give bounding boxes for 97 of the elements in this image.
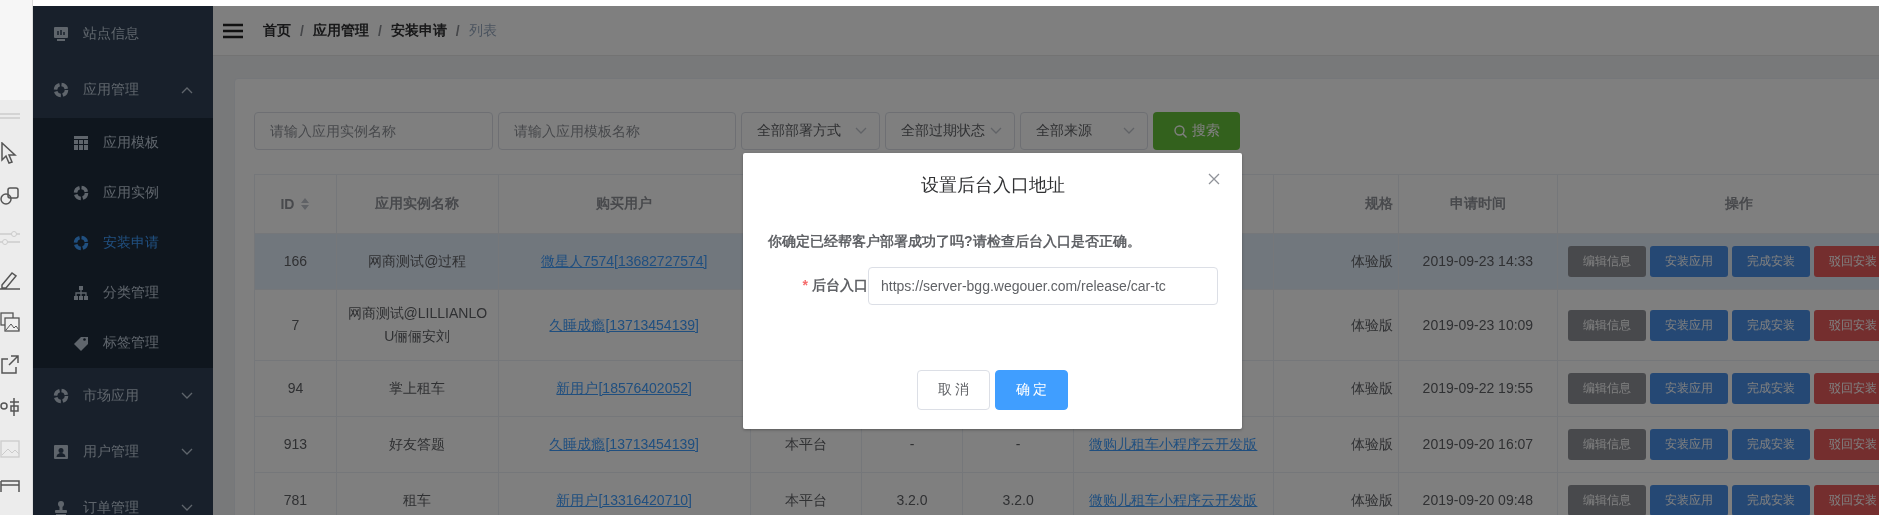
table-cell: 94 xyxy=(287,380,304,396)
table-cell: 体验版 xyxy=(1351,253,1393,269)
table-link[interactable]: 微星人7574[13682727574] xyxy=(540,253,708,269)
table-cell: 166 xyxy=(283,253,308,269)
action-button[interactable]: 完成安装 xyxy=(1731,246,1810,277)
breadcrumb-separator: / xyxy=(300,22,304,39)
reject-button[interactable]: 驳回安装 xyxy=(1813,429,1879,460)
menu-icon[interactable] xyxy=(223,22,243,39)
table-cell: 体验版 xyxy=(1351,436,1393,452)
cursor-icon[interactable] xyxy=(0,142,18,164)
filter-dropdown[interactable]: 全部来源 xyxy=(1020,112,1148,150)
tag-icon xyxy=(73,335,89,351)
tree-icon xyxy=(73,285,89,301)
breadcrumb-separator: / xyxy=(455,22,460,39)
table-cell: 3.2.0 xyxy=(1002,492,1034,508)
action-button[interactable]: 安装应用 xyxy=(1649,373,1728,404)
action-button[interactable]: 完成安装 xyxy=(1731,373,1810,404)
chevron-icon xyxy=(1123,127,1135,135)
pen-icon[interactable] xyxy=(0,270,20,290)
stamp-icon xyxy=(53,500,69,515)
menu-item[interactable]: 订单管理 xyxy=(33,480,213,515)
table-cell: 掌上租车 xyxy=(389,380,446,396)
submenu-item[interactable]: 应用实例 xyxy=(33,168,213,218)
sliders-icon[interactable] xyxy=(0,228,20,248)
table-cell: 2019-09-20 16:07 xyxy=(1422,436,1534,452)
table-cell: 3.2.0 xyxy=(896,492,928,508)
table-cell: 781 xyxy=(283,492,308,508)
reject-button[interactable]: 驳回安装 xyxy=(1813,485,1879,515)
submenu-item[interactable]: 标签管理 xyxy=(33,318,213,368)
share-icon[interactable] xyxy=(0,354,20,374)
submenu-item[interactable]: 应用模板 xyxy=(33,118,213,168)
user-icon xyxy=(53,444,69,460)
filter-dropdown[interactable]: 全部过期状态 xyxy=(885,112,1015,150)
search-button[interactable]: 搜索 xyxy=(1153,112,1240,150)
reject-button[interactable]: 驳回安装 xyxy=(1813,246,1879,277)
close-icon[interactable] xyxy=(1208,173,1220,185)
tray-icon[interactable] xyxy=(0,480,20,492)
table-cell: 体验版 xyxy=(1351,316,1393,333)
shapes-icon[interactable] xyxy=(0,186,20,206)
input-field[interactable]: https://server-bgg.wegouer.com/release/car-tc xyxy=(868,267,1218,305)
table-cell: 7 xyxy=(291,316,300,333)
dialog-title: 设置后台入口地址 xyxy=(920,175,1065,195)
cancel-button[interactable]: 取 消 xyxy=(917,370,990,410)
ring-icon xyxy=(73,185,89,201)
monitor-icon xyxy=(53,26,69,42)
reject-button[interactable]: 驳回安装 xyxy=(1813,373,1879,404)
table-cell: 本平台 xyxy=(784,492,827,508)
ring-icon xyxy=(53,82,69,98)
table-link[interactable]: 久睡成瘾[13713454139] xyxy=(549,316,699,333)
filter-dropdown[interactable]: 全部部署方式 xyxy=(741,112,880,150)
breadcrumb-item[interactable]: 安装申请 xyxy=(390,21,447,40)
translate-icon[interactable] xyxy=(0,396,20,418)
table-cell: 体验版 xyxy=(1351,492,1393,508)
breadcrumb-item[interactable]: 首页 xyxy=(263,21,291,40)
required-mark: * xyxy=(802,277,808,295)
table-cell: 网商测试@过程 xyxy=(368,253,467,269)
menu-item[interactable]: 用户管理 xyxy=(33,424,213,480)
table-link[interactable]: 新用户[18576402052] xyxy=(556,380,692,396)
table-cell: - xyxy=(1015,436,1021,452)
reject-button[interactable]: 驳回安装 xyxy=(1813,309,1879,341)
menu-item[interactable]: 市场应用 xyxy=(33,368,213,424)
grid-icon xyxy=(73,135,89,151)
table-cell: - xyxy=(909,436,915,452)
table-cell: 2019-09-20 09:48 xyxy=(1422,492,1534,508)
table-cell: 本平台 xyxy=(784,436,827,452)
menu-item[interactable]: 应用管理 xyxy=(33,62,213,118)
table-cell: 2019-09-23 14:33 xyxy=(1422,253,1534,269)
search-icon xyxy=(1173,124,1187,138)
dialog-message: 你确定已经帮客户部署成功了吗?请检查后台入口是否正确。 xyxy=(768,232,1142,251)
field-label: 后台入口 xyxy=(812,277,868,295)
table-cell: 913 xyxy=(283,436,308,452)
submenu-item[interactable]: 分类管理 xyxy=(33,268,213,318)
table-cell: 2019-09-23 10:09 xyxy=(1422,316,1534,333)
chevron-icon xyxy=(855,127,867,135)
action-button[interactable]: 安装应用 xyxy=(1649,246,1728,277)
menu-item[interactable]: 站点信息 xyxy=(33,6,213,62)
action-button[interactable]: 安装应用 xyxy=(1649,309,1728,341)
table-cell: 网商测试@LILLIANLOU俪俪安刘 xyxy=(347,305,488,344)
ring-icon xyxy=(73,235,89,251)
breadcrumb-item[interactable]: 应用管理 xyxy=(312,21,369,40)
table-cell: 租车 xyxy=(403,492,432,508)
chevron-icon xyxy=(990,127,1002,135)
handle-icon[interactable] xyxy=(0,112,20,120)
gallery-icon[interactable] xyxy=(0,312,20,332)
table-cell: 体验版 xyxy=(1351,380,1393,396)
action-button[interactable]: 完成安装 xyxy=(1731,429,1810,460)
action-button[interactable]: 完成安装 xyxy=(1731,309,1810,341)
action-button[interactable]: 安装应用 xyxy=(1649,429,1728,460)
table-cell: 2019-09-22 19:55 xyxy=(1422,380,1534,396)
submenu-item[interactable]: 安装申请 xyxy=(33,218,213,268)
breadcrumb-separator: / xyxy=(377,22,382,39)
table-cell: 好友答题 xyxy=(389,436,446,452)
action-button[interactable]: 完成安装 xyxy=(1731,485,1810,515)
action-button[interactable]: 安装应用 xyxy=(1649,485,1728,515)
ring-icon xyxy=(53,388,69,404)
table-link[interactable]: 久睡成瘾[13713454139] xyxy=(549,436,699,452)
confirm-button[interactable]: 确 定 xyxy=(995,370,1068,410)
